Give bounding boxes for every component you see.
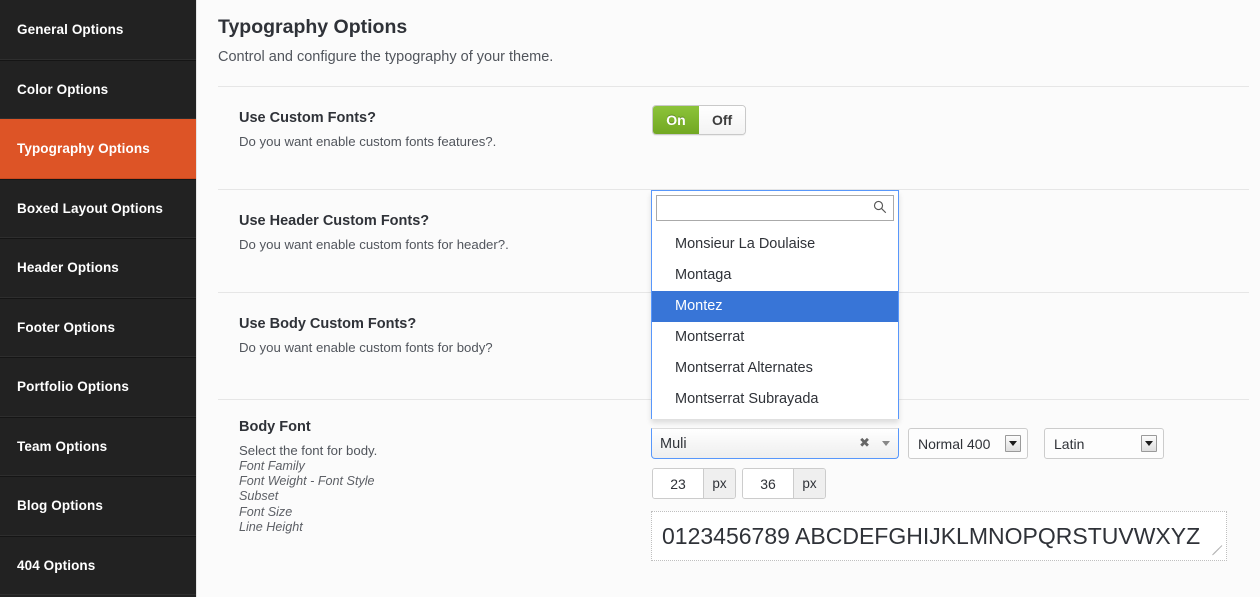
sidebar-nav: General Options Color Options Typography… (0, 0, 196, 597)
use-custom-fonts-toggle[interactable]: On Off (652, 105, 747, 135)
sidebar-item-header-options[interactable]: Header Options (0, 238, 196, 298)
font-family-selected-value: Muli (660, 435, 687, 452)
toggle-on-segment[interactable]: On (653, 106, 699, 134)
font-option-montez[interactable]: Montez (652, 291, 898, 322)
sidebar-item-label: Color Options (17, 81, 109, 97)
sidebar-item-label: Header Options (17, 260, 119, 276)
font-family-dropdown[interactable]: Monsieur La Doulaise Montaga Montez Mont… (651, 190, 899, 419)
chevron-down-icon[interactable] (1141, 435, 1157, 452)
sidebar-item-label: 404 Options (17, 557, 96, 573)
sidebar-item-blog-options[interactable]: Blog Options (0, 476, 196, 536)
font-option-montaga[interactable]: Montaga (652, 260, 898, 291)
font-option-montserrat-subrayada[interactable]: Montserrat Subrayada (652, 384, 898, 415)
chevron-down-icon[interactable] (882, 441, 890, 446)
line-height-unit: px (793, 469, 825, 498)
font-search-wrapper (652, 191, 898, 225)
font-option-monsieur-la-doulaise[interactable]: Monsieur La Doulaise (652, 229, 898, 260)
font-preview-text: 0123456789 ABCDEFGHIJKLMNOPQRSTUVWXYZ (662, 523, 1201, 549)
sidebar-item-typography-options[interactable]: Typography Options (0, 119, 196, 179)
font-size-field[interactable]: 23 px (652, 468, 736, 499)
sidebar-item-label: Boxed Layout Options (17, 200, 164, 216)
options-panel: General Options Color Options Typography… (0, 0, 1260, 597)
sidebar-item-label: Footer Options (17, 319, 116, 335)
sidebar-item-label: Blog Options (17, 498, 103, 514)
sidebar-item-label: General Options (17, 21, 124, 37)
font-option-montserrat-alternates[interactable]: Montserrat Alternates (652, 353, 898, 384)
sidebar-item-label: Team Options (17, 438, 108, 454)
line-height-input[interactable]: 36 (743, 469, 793, 498)
font-option-montserrat[interactable]: Montserrat (652, 322, 898, 353)
field-description: Do you want enable custom fonts features… (239, 134, 497, 149)
resize-grip-icon[interactable] (1211, 545, 1223, 557)
font-size-input[interactable]: 23 (653, 469, 703, 498)
sidebar-item-color-options[interactable]: Color Options (0, 59, 196, 119)
font-size-unit: px (703, 469, 735, 498)
toggle-off-segment[interactable]: Off (699, 106, 746, 134)
font-option-list: Monsieur La Doulaise Montaga Montez Mont… (652, 225, 898, 419)
chevron-down-icon[interactable] (1005, 435, 1021, 452)
font-weight-select-value: Normal 400 (918, 435, 991, 452)
sidebar-item-boxed-layout-options[interactable]: Boxed Layout Options (0, 178, 196, 238)
sidebar-item-team-options[interactable]: Team Options (0, 416, 196, 476)
sidebar-item-404-options[interactable]: 404 Options (0, 535, 196, 595)
font-preview-box[interactable]: 0123456789 ABCDEFGHIJKLMNOPQRSTUVWXYZ (651, 511, 1227, 561)
page-title: Typography Options (218, 16, 408, 38)
page-header: Typography Options Control and configure… (197, 0, 1260, 70)
page-subtitle: Control and configure the typography of … (218, 49, 554, 65)
section-use-custom-fonts: Use Custom Fonts? Do you want enable cus… (218, 86, 1249, 189)
font-family-select[interactable]: Muli ✖ (651, 428, 899, 459)
sidebar-item-label: Typography Options (17, 141, 150, 157)
sidebar-item-portfolio-options[interactable]: Portfolio Options (0, 357, 196, 417)
font-weight-select[interactable]: Normal 400 (908, 428, 1028, 459)
sidebar-item-footer-options[interactable]: Footer Options (0, 297, 196, 357)
clear-icon[interactable]: ✖ (859, 437, 870, 450)
sidebar-item-label: Portfolio Options (17, 379, 129, 395)
font-search-input[interactable] (656, 195, 894, 221)
subset-select-value: Latin (1054, 435, 1085, 452)
sidebar-item-general-options[interactable]: General Options (0, 0, 196, 60)
line-height-field[interactable]: 36 px (742, 468, 826, 499)
field-description-main: Select the font for body. (239, 443, 378, 458)
subset-select[interactable]: Latin (1044, 428, 1164, 459)
